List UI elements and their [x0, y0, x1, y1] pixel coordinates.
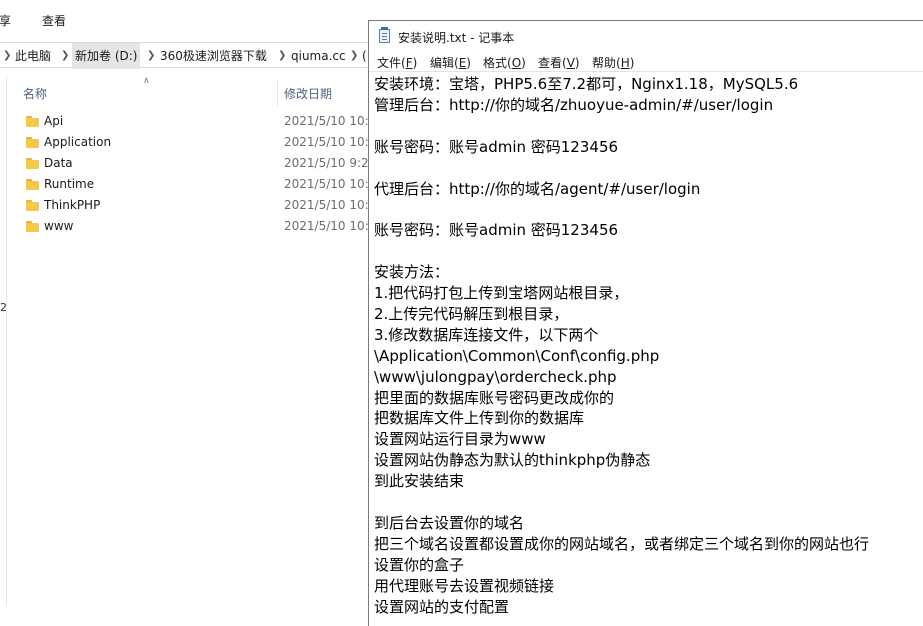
- file-date: 2021/5/10 10:3: [284, 114, 377, 128]
- file-row[interactable]: ThinkPHP 2021/5/10 10:3: [22, 196, 378, 217]
- text-line: 设置网站运行目录为www: [374, 430, 546, 449]
- column-divider[interactable]: [277, 80, 278, 106]
- navigation-pane[interactable]: 2: [0, 76, 7, 606]
- file-date: 2021/5/10 10:3: [284, 219, 377, 233]
- file-name: ThinkPHP: [44, 198, 101, 212]
- text-line: 设置你的盒子: [374, 555, 465, 574]
- text-line: 把里面的数据库账号密码更改成你的: [374, 388, 615, 407]
- breadcrumb-drive-d[interactable]: 新加卷 (D:): [72, 43, 141, 69]
- folder-icon: [26, 179, 39, 190]
- menu-view[interactable]: 查看(V): [538, 54, 580, 71]
- folder-icon: [26, 158, 39, 169]
- file-row[interactable]: Api 2021/5/10 10:3: [22, 112, 378, 133]
- notepad-titlebar[interactable]: 安装说明.txt - 记事本: [369, 21, 923, 51]
- column-header: 名称 ∧ 修改日期: [0, 76, 378, 110]
- column-date-modified[interactable]: 修改日期: [284, 85, 332, 102]
- notepad-window: 安装说明.txt - 记事本 文件(F) 编辑(E) 格式(O) 查看(V) 帮…: [368, 20, 923, 626]
- text-line: 设置网站的支付配置: [374, 597, 510, 616]
- chevron-right-icon[interactable]: ❯: [350, 43, 358, 69]
- chevron-right-icon[interactable]: ❯: [3, 43, 11, 69]
- text-line: 到后台去设置你的域名: [374, 513, 525, 532]
- text-line: 把数据库文件上传到你的数据库: [374, 409, 585, 428]
- ribbon-tab-view[interactable]: 查看: [42, 12, 66, 29]
- breadcrumb-this-pc[interactable]: 此电脑: [15, 43, 51, 69]
- sort-up-icon: ∧: [143, 76, 150, 86]
- file-date: 2021/5/10 10:3: [284, 198, 377, 212]
- file-row[interactable]: www 2021/5/10 10:3: [22, 217, 378, 238]
- text-line: 管理后台：http://你的域名/zhuoyue-admin/#/user/lo…: [374, 95, 774, 114]
- file-name: Application: [44, 135, 112, 149]
- text-line: 2.上传完代码解压到根目录，: [374, 304, 569, 323]
- text-line: 用代理账号去设置视频链接: [374, 576, 555, 595]
- file-row[interactable]: Application 2021/5/10 10:3: [22, 133, 378, 154]
- file-date: 2021/5/10 9:22: [284, 156, 377, 170]
- menu-edit[interactable]: 编辑(E): [430, 54, 471, 71]
- text-line: 到此安装结束: [374, 472, 465, 491]
- window-title: 安装说明.txt - 记事本: [398, 31, 515, 45]
- menu-file[interactable]: 文件(F): [377, 54, 417, 71]
- text-editor[interactable]: 安装环境：宝塔，PHP5.6至7.2都可，Nginx1.18，MySQL5.6 管…: [369, 71, 923, 626]
- notepad-app-icon[interactable]: [379, 27, 390, 43]
- text-line: 3.修改数据库连接文件，以下两个: [374, 325, 599, 344]
- chevron-right-icon[interactable]: ❯: [147, 43, 155, 69]
- breadcrumb-qiuma[interactable]: qiuma.cc: [291, 43, 346, 69]
- menu-format[interactable]: 格式(O): [483, 54, 526, 71]
- column-name[interactable]: 名称: [23, 85, 47, 102]
- breadcrumb-downloads[interactable]: 360极速浏览器下载: [160, 43, 267, 69]
- menu-help[interactable]: 帮助(H): [592, 54, 634, 71]
- file-name: Runtime: [44, 177, 95, 191]
- text-line: 把三个域名设置都设置成你的网站域名，或者绑定三个域名到你的网站也行: [374, 534, 870, 553]
- text-line: 安装环境：宝塔，PHP5.6至7.2都可，Nginx1.18，MySQL5.6: [374, 75, 799, 93]
- text-line: 1.把代码打包上传到宝塔网站根目录，: [374, 284, 629, 302]
- folder-icon: [26, 200, 39, 211]
- chevron-right-icon[interactable]: ❯: [278, 43, 286, 69]
- file-name: www: [44, 219, 74, 233]
- pin-mark: 2: [0, 301, 7, 314]
- file-name: Data: [44, 156, 73, 170]
- file-date: 2021/5/10 10:3: [284, 135, 377, 149]
- folder-icon: [26, 116, 39, 127]
- text-line: \Application\Common\Conf\config.php: [374, 346, 660, 365]
- text-line: 设置网站伪静态为默认的thinkphp伪静态: [374, 451, 651, 470]
- file-row[interactable]: Data 2021/5/10 9:22: [22, 154, 378, 175]
- folder-icon: [26, 221, 39, 232]
- menu-bar: 文件(F) 编辑(E) 格式(O) 查看(V) 帮助(H): [369, 51, 923, 71]
- text-line: 安装方法：: [374, 263, 450, 282]
- text-line: 账号密码：账号admin 密码123456: [374, 221, 619, 240]
- chevron-right-icon[interactable]: ❯: [61, 43, 69, 69]
- text-line: \www\julongpay\ordercheck.php: [374, 367, 617, 386]
- text-line: 代理后台：http://你的域名/agent/#/user/login: [374, 179, 701, 198]
- file-name: Api: [44, 114, 64, 128]
- breadcrumb-overflow[interactable]: (: [362, 43, 367, 69]
- folder-icon: [26, 137, 39, 148]
- text-line: 账号密码：账号admin 密码123456: [374, 137, 619, 156]
- ribbon-tab-share[interactable]: 享: [0, 12, 11, 29]
- address-box[interactable]: ❯ 此电脑 ❯ 新加卷 (D:) ❯ 360极速浏览器下载 ❯ qiuma.cc…: [0, 42, 378, 69]
- file-date: 2021/5/10 10:3: [284, 177, 377, 191]
- file-row[interactable]: Runtime 2021/5/10 10:3: [22, 175, 378, 196]
